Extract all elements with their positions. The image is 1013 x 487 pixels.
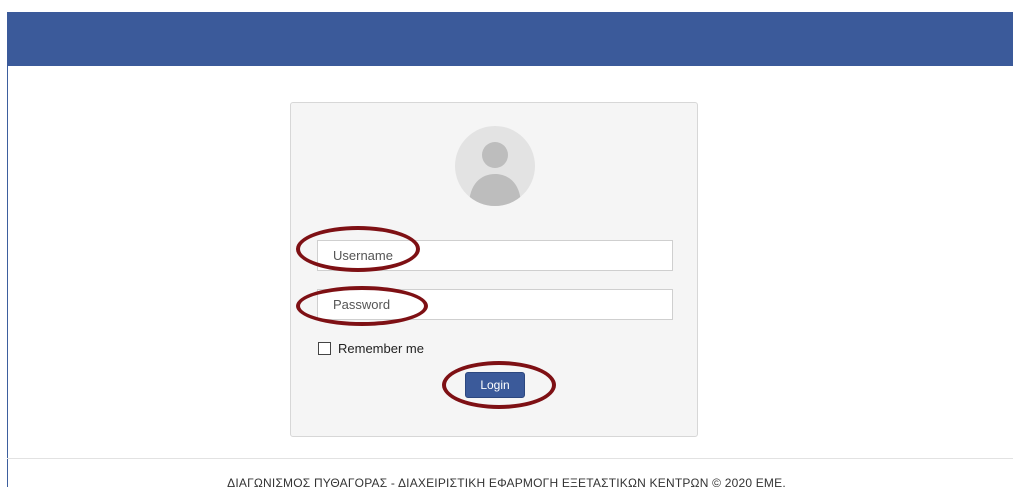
footer-copyright: ΔΙΑΓΩΝΙΣΜΟΣ ΠΥΘΑΓΟΡΑΣ - ΔΙΑΧΕΙΡΙΣΤΙΚΗ ΕΦ… xyxy=(227,476,786,487)
remember-me-checkbox[interactable] xyxy=(318,341,331,355)
login-page: Remember me Login ΔΙΑΓΩΝΙΣΜΟΣ ΠΥΘΑΓΟΡΑΣ … xyxy=(0,0,1013,487)
footer-divider xyxy=(7,458,1013,459)
top-header-bar xyxy=(7,12,1013,66)
user-avatar-icon xyxy=(455,126,535,206)
username-input[interactable] xyxy=(317,240,673,271)
login-button[interactable]: Login xyxy=(465,372,525,398)
page-left-border xyxy=(7,12,8,487)
remember-me-option[interactable]: Remember me xyxy=(318,339,424,357)
avatar-silhouette xyxy=(469,142,521,206)
password-input[interactable] xyxy=(317,289,673,320)
login-panel: Remember me Login xyxy=(290,102,698,437)
remember-me-label: Remember me xyxy=(338,340,424,356)
